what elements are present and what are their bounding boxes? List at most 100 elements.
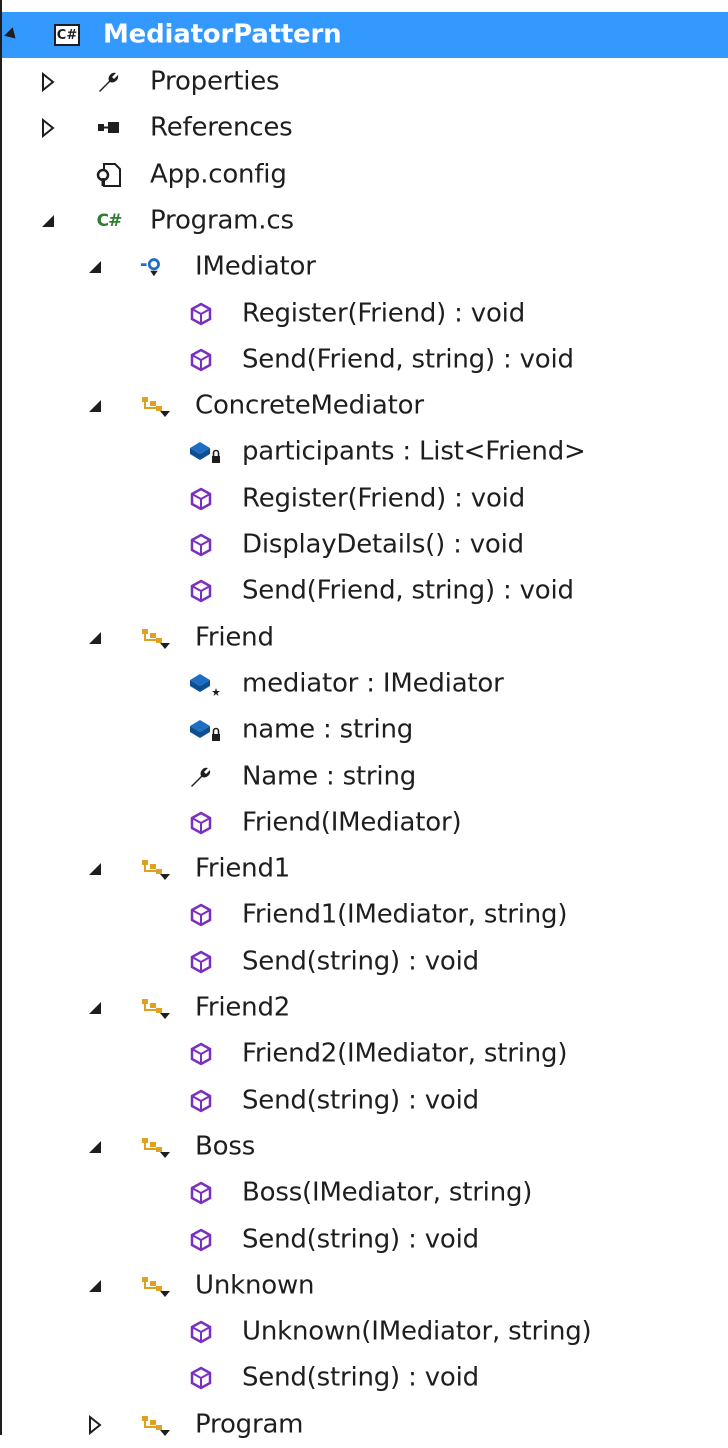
- tree-item-label: References: [150, 112, 293, 143]
- method-icon: [188, 1041, 214, 1067]
- tree-item-label: Program.cs: [150, 205, 294, 236]
- tree-row[interactable]: participants : List<Friend>: [2, 429, 728, 475]
- tree-row[interactable]: Send(Friend, string) : void: [2, 568, 728, 614]
- tree-row[interactable]: Program: [2, 1402, 728, 1448]
- protected-field-icon: [188, 671, 222, 697]
- method-icon: [188, 301, 214, 327]
- class-icon: [140, 625, 172, 651]
- tree-row[interactable]: Register(Friend) : void: [2, 291, 728, 337]
- tree-row[interactable]: Register(Friend) : void: [2, 476, 728, 522]
- tree-item-label: Friend: [195, 622, 274, 653]
- tree-row[interactable]: Friend1(IMediator, string): [2, 892, 728, 938]
- tree-item-label: Register(Friend) : void: [242, 483, 525, 514]
- method-icon: [188, 1088, 214, 1114]
- method-icon: [188, 902, 214, 928]
- tree-row[interactable]: Unknown: [2, 1263, 728, 1309]
- collapsed-arrow-icon[interactable]: [38, 72, 58, 92]
- class-icon: [140, 1273, 172, 1299]
- class-icon: [140, 856, 172, 882]
- tree-item-label: Friend2: [195, 992, 291, 1023]
- method-icon: [188, 486, 214, 512]
- tree-item-label: Unknown(IMediator, string): [242, 1316, 592, 1347]
- tree-row[interactable]: Friend2(IMediator, string): [2, 1031, 728, 1077]
- tree-row[interactable]: IMediator: [2, 244, 728, 290]
- tree-row[interactable]: Send(string) : void: [2, 1217, 728, 1263]
- class-icon: [140, 1412, 172, 1438]
- tree-row[interactable]: Unknown(IMediator, string): [2, 1309, 728, 1355]
- expanded-arrow-icon[interactable]: [2, 25, 22, 45]
- tree-row[interactable]: Friend2: [2, 985, 728, 1031]
- tree-row[interactable]: Send(Friend, string) : void: [2, 337, 728, 383]
- tree-row[interactable]: App.config: [2, 152, 728, 198]
- tree-row[interactable]: Friend(IMediator): [2, 800, 728, 846]
- method-icon: [188, 1365, 214, 1391]
- tree-item-label: Send(string) : void: [242, 1085, 479, 1116]
- class-icon: [140, 393, 172, 419]
- method-icon: [188, 532, 214, 558]
- tree-row[interactable]: ConcreteMediator: [2, 383, 728, 429]
- tree-item-label: Register(Friend) : void: [242, 298, 525, 329]
- tree-row[interactable]: Friend: [2, 615, 728, 661]
- tree-item-label: Friend1: [195, 853, 291, 884]
- tree-item-label: Friend1(IMediator, string): [242, 899, 568, 930]
- tree-row[interactable]: Send(string) : void: [2, 1078, 728, 1124]
- method-icon: [188, 1319, 214, 1345]
- expanded-arrow-icon[interactable]: [85, 628, 105, 648]
- tree-row[interactable]: DisplayDetails() : void: [2, 522, 728, 568]
- tree-item-label: ConcreteMediator: [195, 390, 424, 421]
- method-icon: [188, 810, 214, 836]
- collapsed-arrow-icon[interactable]: [85, 1415, 105, 1435]
- csharp-file-icon: C#: [96, 211, 123, 231]
- tree-item-label: Send(Friend, string) : void: [242, 344, 574, 375]
- interface-icon: [140, 254, 166, 280]
- private-field-icon: [188, 439, 222, 465]
- tree-item-label: Friend2(IMediator, string): [242, 1038, 568, 1069]
- tree-row[interactable]: Send(string) : void: [2, 1355, 728, 1401]
- tree-row[interactable]: mediator : IMediator: [2, 661, 728, 707]
- method-icon: [188, 347, 214, 373]
- tree-item-label: Name : string: [242, 761, 417, 792]
- tree-item-label: Boss: [195, 1131, 256, 1162]
- expanded-arrow-icon[interactable]: [38, 211, 58, 231]
- tree-row[interactable]: Boss(IMediator, string): [2, 1170, 728, 1216]
- tree-item-label: Boss(IMediator, string): [242, 1177, 533, 1208]
- tree-item-label: Send(string) : void: [242, 1224, 479, 1255]
- tree-row[interactable]: Name : string: [2, 754, 728, 800]
- tree-item-label: Properties: [150, 66, 280, 97]
- expanded-arrow-icon[interactable]: [85, 257, 105, 277]
- private-field-icon: [188, 717, 222, 743]
- tree-item-label: mediator : IMediator: [242, 668, 504, 699]
- class-icon: [140, 1134, 172, 1160]
- tree-row-project[interactable]: C# MediatorPattern: [2, 12, 728, 58]
- expanded-arrow-icon[interactable]: [85, 1276, 105, 1296]
- tree-row[interactable]: Properties: [2, 59, 728, 105]
- tree-row[interactable]: Friend1: [2, 846, 728, 892]
- tree-item-label: Friend(IMediator): [242, 807, 462, 838]
- tree-item-label: App.config: [150, 159, 287, 190]
- method-icon: [188, 949, 214, 975]
- tree-item-label: Send(string) : void: [242, 1362, 479, 1393]
- method-icon: [188, 578, 214, 604]
- collapsed-arrow-icon[interactable]: [38, 118, 58, 138]
- tree-item-label: Unknown: [195, 1270, 315, 1301]
- expanded-arrow-icon[interactable]: [85, 396, 105, 416]
- tree-item-label: Send(string) : void: [242, 946, 479, 977]
- tree-row[interactable]: Send(string) : void: [2, 939, 728, 985]
- project-label: MediatorPattern: [103, 19, 342, 50]
- method-icon: [188, 1180, 214, 1206]
- property-wrench-icon: [188, 764, 214, 790]
- tree-row[interactable]: name : string: [2, 707, 728, 753]
- tree-item-label: participants : List<Friend>: [242, 436, 586, 467]
- tree-row[interactable]: References: [2, 105, 728, 151]
- tree-row[interactable]: Boss: [2, 1124, 728, 1170]
- expanded-arrow-icon[interactable]: [85, 1137, 105, 1157]
- tree-item-label: Send(Friend, string) : void: [242, 575, 574, 606]
- class-icon: [140, 995, 172, 1021]
- references-icon: [96, 115, 122, 141]
- wrench-icon: [96, 69, 122, 95]
- expanded-arrow-icon[interactable]: [85, 998, 105, 1018]
- csharp-project-icon: C#: [54, 22, 80, 48]
- solution-explorer-tree: C# MediatorPattern Properties References A…: [0, 0, 728, 1439]
- tree-row[interactable]: C# Program.cs: [2, 198, 728, 244]
- expanded-arrow-icon[interactable]: [85, 859, 105, 879]
